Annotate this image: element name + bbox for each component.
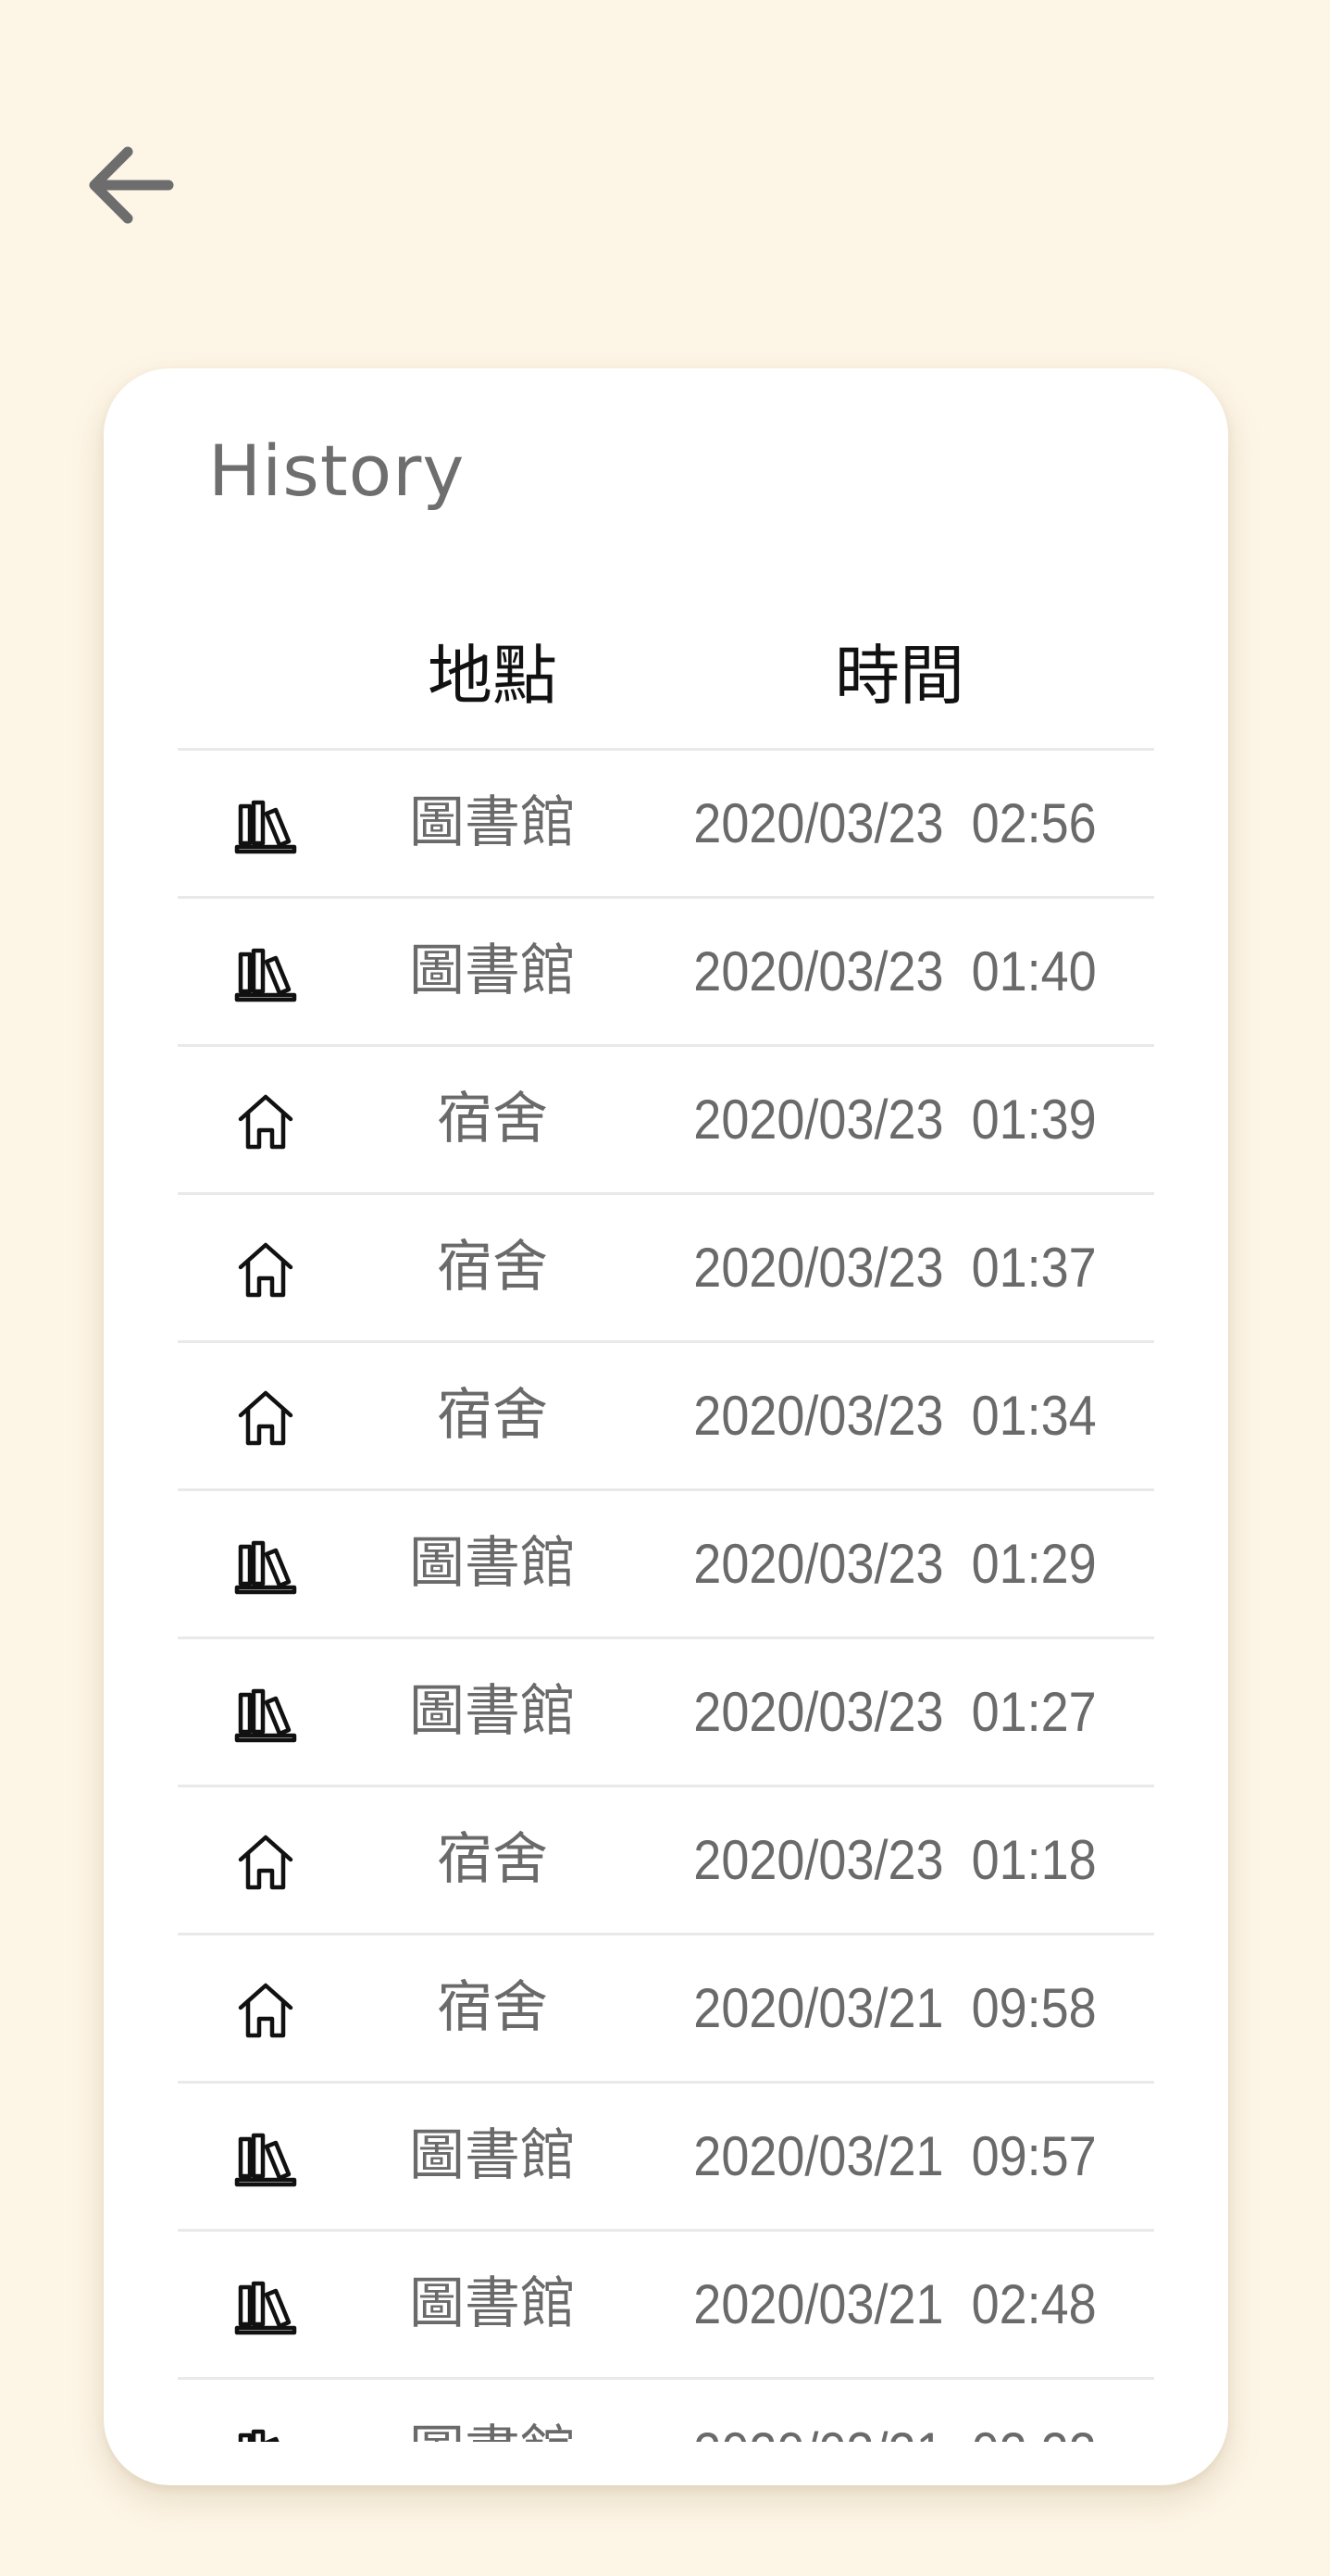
library-icon <box>233 1534 298 1599</box>
row-place: 圖書館 <box>344 2380 640 2442</box>
row-time: 2020/03/23 01:37 <box>693 1237 1097 1299</box>
row-place: 圖書館 <box>409 939 576 1003</box>
history-row[interactable]: 宿舍 2020/03/23 01:39 <box>178 1044 1154 1192</box>
row-time: 2020/03/23 01:29 <box>693 1533 1097 1595</box>
row-time: 2020/03/23 01:18 <box>693 1829 1097 1891</box>
history-row[interactable]: 宿舍 2020/03/23 01:18 <box>178 1785 1154 1933</box>
history-row[interactable]: 圖書館 2020/03/23 01:40 <box>178 896 1154 1044</box>
row-time: 2020/03/23 01:27 <box>693 1681 1097 1743</box>
history-row[interactable]: 圖書館 2020/03/23 01:29 <box>178 1488 1154 1636</box>
library-icon <box>233 793 298 858</box>
home-icon <box>233 1978 298 2043</box>
history-row[interactable]: 圖書館 2020/03/23 02:56 <box>178 748 1154 896</box>
row-place: 宿舍 <box>437 1235 548 1300</box>
history-list[interactable]: 圖書館 2020/03/23 02:56 圖書館 2020/03/23 01:40 宿舍… <box>178 748 1154 2442</box>
history-rows: 圖書館 2020/03/23 02:56 圖書館 2020/03/23 01:40 宿舍… <box>178 748 1154 2442</box>
row-place: 圖書館 <box>409 2271 576 2336</box>
row-time: 2020/03/23 01:40 <box>693 940 1097 1002</box>
row-time: 2020/03/21 09:57 <box>693 2125 1097 2187</box>
table-header: 地點 時間 <box>178 602 1154 750</box>
history-row[interactable]: 圖書館 2020/03/21 02:22 <box>178 2377 1154 2442</box>
row-time: 2020/03/23 02:56 <box>693 792 1097 854</box>
column-header-time: 時間 <box>835 638 964 714</box>
library-icon <box>233 2126 298 2191</box>
row-time: 2020/03/21 02:22 <box>675 2380 1116 2442</box>
row-time: 2020/03/23 01:39 <box>693 1089 1097 1151</box>
history-row[interactable]: 圖書館 2020/03/21 09:57 <box>178 2081 1154 2229</box>
row-place: 圖書館 <box>409 790 576 855</box>
row-time: 2020/03/23 01:34 <box>693 1385 1097 1447</box>
row-time: 2020/03/21 02:48 <box>693 2273 1097 2335</box>
row-time: 2020/03/21 09:58 <box>693 1977 1097 2039</box>
back-button[interactable] <box>74 130 185 241</box>
row-place: 宿舍 <box>437 1827 548 1892</box>
home-icon <box>233 1089 298 1154</box>
history-row[interactable]: 宿舍 2020/03/23 01:37 <box>178 1192 1154 1340</box>
home-icon <box>233 1830 298 1895</box>
library-icon <box>233 2274 298 2339</box>
row-place: 圖書館 <box>409 1531 576 1596</box>
row-place: 圖書館 <box>409 2123 576 2188</box>
row-place: 宿舍 <box>437 1087 548 1151</box>
home-icon <box>233 1238 298 1302</box>
arrow-left-icon <box>89 146 174 224</box>
history-card: History 地點 時間 圖書館 2020/03/23 02:56 圖書館 2020… <box>104 368 1228 2485</box>
row-place: 圖書館 <box>409 1679 576 1744</box>
row-place: 宿舍 <box>437 1383 548 1448</box>
home-icon <box>233 1386 298 1450</box>
history-row[interactable]: 圖書館 2020/03/23 01:27 <box>178 1636 1154 1785</box>
history-row[interactable]: 宿舍 2020/03/21 09:58 <box>178 1933 1154 2081</box>
row-place: 宿舍 <box>437 1975 548 2040</box>
library-icon <box>233 1682 298 1747</box>
history-row[interactable]: 宿舍 2020/03/23 01:34 <box>178 1340 1154 1488</box>
library-icon <box>233 941 298 1006</box>
history-title: History <box>208 429 466 512</box>
history-row[interactable]: 圖書館 2020/03/21 02:48 <box>178 2229 1154 2377</box>
column-header-place: 地點 <box>428 638 557 714</box>
library-icon <box>233 2422 298 2442</box>
